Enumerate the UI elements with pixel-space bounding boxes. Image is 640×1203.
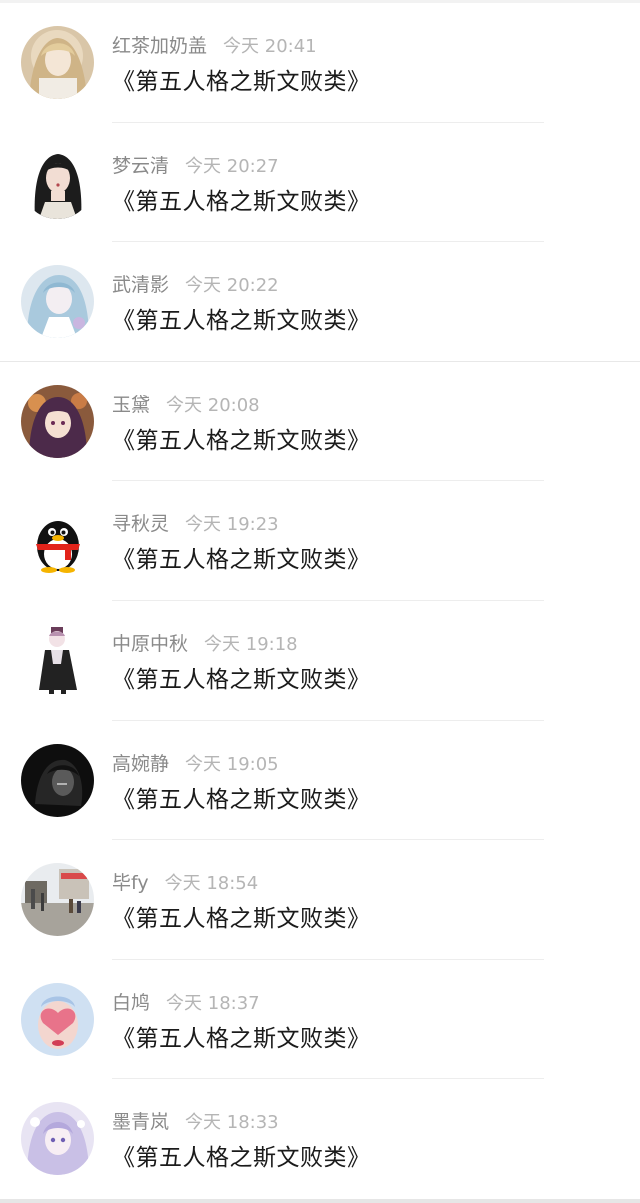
comment-item[interactable]: 中原中秋 今天 19:18 《第五人格之斯文败类》: [0, 601, 640, 721]
light-blue-anime-avatar[interactable]: [21, 265, 94, 339]
username[interactable]: 寻秋灵: [112, 513, 169, 535]
bottom-divider: [0, 1199, 640, 1203]
dark-hair-woman-avatar[interactable]: [21, 145, 94, 219]
comment-text: 《第五人格之斯文败类》: [112, 786, 371, 813]
heart-hands-avatar[interactable]: [21, 982, 94, 1056]
street-photo-avatar[interactable]: [21, 863, 94, 937]
comment-text: 《第五人格之斯文败类》: [112, 69, 371, 95]
timestamp: 今天 19:05: [185, 753, 279, 775]
comment-meta: 红茶加奶盖 今天 20:41: [112, 31, 317, 61]
comment-item[interactable]: 墨青岚 今天 18:33 《第五人格之斯文败类》: [0, 1079, 640, 1199]
comment-text: 《第五人格之斯文败类》: [112, 427, 371, 454]
comment-meta: 寻秋灵 今天 19:23: [112, 509, 279, 539]
comment-item[interactable]: 寻秋灵 今天 19:23 《第五人格之斯文败类》: [0, 481, 640, 601]
comment-item[interactable]: 高婉静 今天 19:05 《第五人格之斯文败类》: [0, 721, 640, 841]
comment-item[interactable]: 白鸠 今天 18:37 《第五人格之斯文败类》: [0, 960, 640, 1080]
timestamp: 今天 18:54: [164, 873, 259, 895]
comment-meta: 梦云清 今天 20:27: [112, 151, 279, 181]
comment-text: 《第五人格之斯文败类》: [112, 1025, 371, 1052]
timestamp: 今天 18:37: [166, 992, 260, 1014]
comment-meta: 毕fy 今天 18:54: [112, 868, 258, 898]
username[interactable]: 毕fy: [112, 872, 149, 894]
username[interactable]: 武清影: [112, 274, 169, 296]
comment-text: 《第五人格之斯文败类》: [112, 308, 371, 335]
comment-text: 《第五人格之斯文败类》: [112, 547, 371, 574]
timestamp: 今天 20:27: [185, 155, 279, 177]
username[interactable]: 玉黛: [112, 394, 150, 416]
comment-item[interactable]: 梦云清 今天 20:27 《第五人格之斯文败类》: [0, 123, 640, 243]
username[interactable]: 梦云清: [112, 155, 169, 177]
timestamp: 今天 20:08: [166, 394, 260, 416]
comment-meta: 武清影 今天 20:22: [112, 270, 279, 300]
comment-text: 《第五人格之斯文败类》: [112, 188, 371, 215]
qq-penguin-avatar[interactable]: [21, 504, 94, 578]
purple-hair-anime-avatar[interactable]: [21, 384, 94, 458]
username[interactable]: 墨青岚: [112, 1111, 169, 1133]
username[interactable]: 红茶加奶盖: [112, 35, 207, 57]
comment-item[interactable]: 武清影 今天 20:22 《第五人格之斯文败类》: [0, 242, 640, 362]
comment-meta: 高婉静 今天 19:05: [112, 749, 279, 779]
lavender-anime-avatar[interactable]: [21, 1102, 94, 1176]
comment-meta: 白鸠 今天 18:37: [112, 988, 260, 1018]
timestamp: 今天 20:41: [223, 36, 317, 57]
blonde-anime-girl-avatar[interactable]: [21, 26, 94, 99]
comment-item[interactable]: 玉黛 今天 20:08 《第五人格之斯文败类》: [0, 362, 640, 482]
comment-text: 《第五人格之斯文败类》: [112, 1145, 371, 1172]
username[interactable]: 中原中秋: [112, 633, 188, 655]
timestamp: 今天 18:33: [185, 1112, 279, 1134]
comment-text: 《第五人格之斯文败类》: [112, 906, 371, 933]
username[interactable]: 高婉静: [112, 753, 169, 775]
timestamp: 今天 19:23: [185, 514, 279, 536]
comment-meta: 中原中秋 今天 19:18: [112, 629, 298, 659]
chibi-character-avatar[interactable]: [21, 623, 94, 697]
timestamp: 今天 20:22: [185, 275, 279, 297]
comment-item[interactable]: 红茶加奶盖 今天 20:41 《第五人格之斯文败类》: [0, 3, 640, 123]
username[interactable]: 白鸠: [112, 992, 150, 1014]
comment-text: 《第五人格之斯文败类》: [112, 666, 371, 693]
timestamp: 今天 19:18: [204, 633, 298, 655]
comment-meta: 墨青岚 今天 18:33: [112, 1107, 279, 1137]
comment-list: 红茶加奶盖 今天 20:41 《第五人格之斯文败类》 梦云清 今天 20:27 《第…: [0, 3, 640, 1199]
comment-meta: 玉黛 今天 20:08: [112, 390, 260, 420]
dark-anime-avatar[interactable]: [21, 743, 94, 817]
comment-item[interactable]: 毕fy 今天 18:54 《第五人格之斯文败类》: [0, 840, 640, 960]
